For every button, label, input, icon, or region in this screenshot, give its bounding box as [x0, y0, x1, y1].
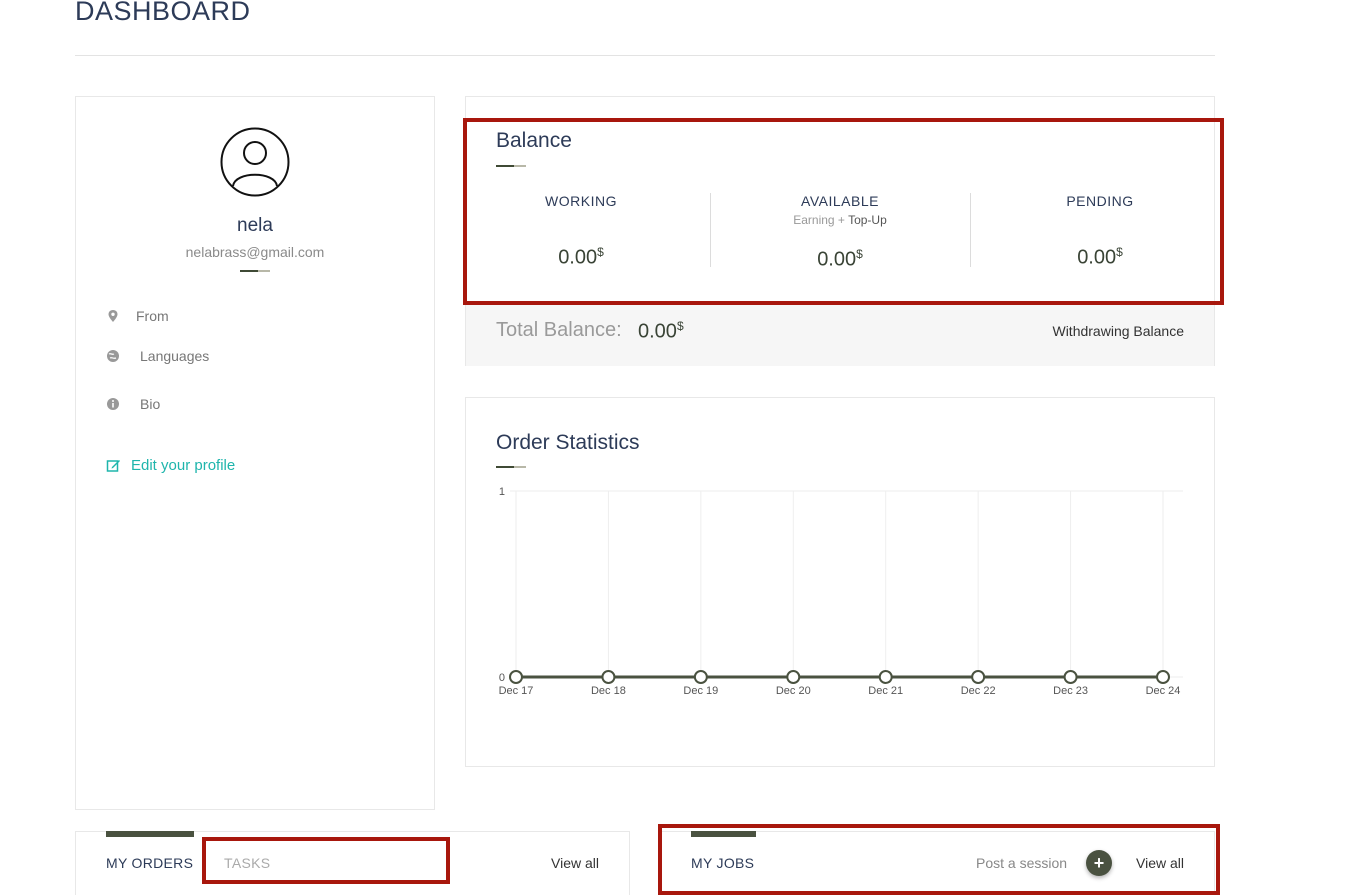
data-point [786, 670, 801, 684]
x-tick-label: Dec 22 [961, 685, 996, 697]
highlight-box-jobs [658, 824, 1220, 895]
x-tick-label: Dec 23 [1053, 685, 1088, 697]
order-statistics-chart: 0 1 Dec 17 Dec 18 Dec 19 Dec 20 Dec 21 Dec 22 De… [499, 486, 1183, 697]
title-divider [75, 55, 1215, 56]
data-point [1156, 670, 1170, 684]
withdrawing-balance-link[interactable]: Withdrawing Balance [1052, 323, 1184, 339]
profile-email: nelabrass@gmail.com [185, 244, 325, 260]
y-tick-label: 1 [499, 486, 505, 498]
x-tick-label: Dec 20 [776, 685, 811, 697]
globe-icon [107, 350, 119, 362]
profile-field-label: Bio [140, 396, 161, 412]
info-circle-icon [107, 398, 119, 410]
page-title: DASHBOARD [75, 0, 251, 26]
profile-field-from: From [106, 308, 169, 324]
edit-icon [106, 460, 120, 472]
orders-view-all-link[interactable]: View all [551, 855, 599, 871]
edit-profile-link[interactable]: Edit your profile [106, 457, 235, 474]
total-balance-bar: Total Balance: 0.00$ Withdrawing Balance [466, 304, 1214, 366]
highlight-box-balance [463, 118, 1224, 305]
x-tick-label: Dec 19 [683, 685, 718, 697]
avatar-icon[interactable] [220, 127, 290, 197]
highlight-box-tasks [202, 837, 450, 884]
data-point [1063, 670, 1078, 684]
active-tab-indicator [106, 831, 194, 837]
tab-my-orders[interactable]: MY ORDERS [106, 855, 193, 871]
profile-field-label: From [136, 308, 169, 324]
total-balance-amount: 0.00$ [638, 319, 684, 343]
x-tick-label: Dec 18 [591, 685, 626, 697]
profile-field-languages: Languages [106, 348, 209, 364]
x-tick-label: Dec 24 [1146, 685, 1181, 697]
x-tick-label: Dec 17 [499, 685, 534, 697]
data-point [509, 670, 523, 684]
profile-card: nela nelabrass@gmail.com From Languages … [75, 96, 435, 810]
profile-divider [240, 270, 270, 272]
data-point [693, 670, 708, 684]
profile-field-label: Languages [140, 348, 210, 364]
y-tick-label: 0 [499, 672, 505, 684]
x-tick-label: Dec 21 [868, 685, 903, 697]
total-balance-label: Total Balance: [496, 319, 622, 341]
edit-profile-label[interactable]: Edit your profile [131, 457, 235, 474]
order-statistics-card: Order Statistics 0 1 Dec 17 Dec 18 Dec 19 Dec… [465, 397, 1215, 767]
data-point [878, 670, 893, 684]
data-point [971, 670, 986, 684]
profile-name: nela [237, 215, 273, 236]
profile-field-bio: Bio [106, 396, 160, 412]
map-marker-icon [108, 310, 118, 322]
data-point [601, 670, 616, 684]
